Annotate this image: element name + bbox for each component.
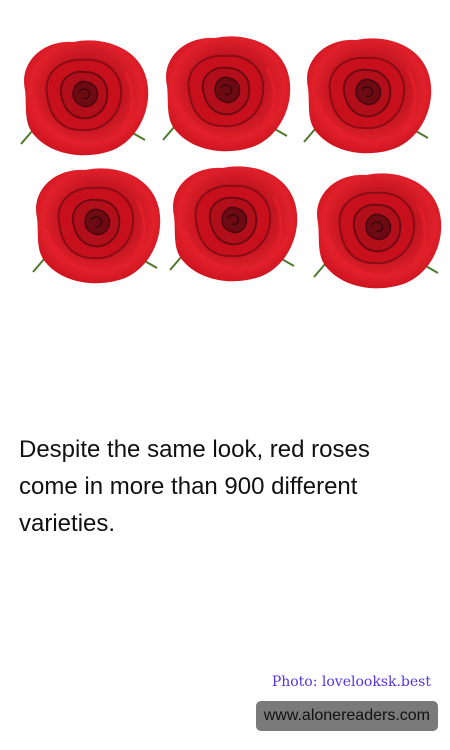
roses-photo [0, 0, 450, 300]
rose-1 [19, 38, 150, 157]
photo-credit: Photo: lovelooksk.best [271, 674, 431, 690]
rose-4 [31, 166, 162, 285]
rose-6 [312, 171, 443, 290]
website-badge: www.alonereaders.com [255, 701, 438, 731]
rose-3 [302, 36, 433, 155]
rose-2 [161, 34, 292, 153]
fact-text: Despite the same look, red roses come in… [19, 436, 370, 537]
rose-5 [168, 164, 299, 283]
